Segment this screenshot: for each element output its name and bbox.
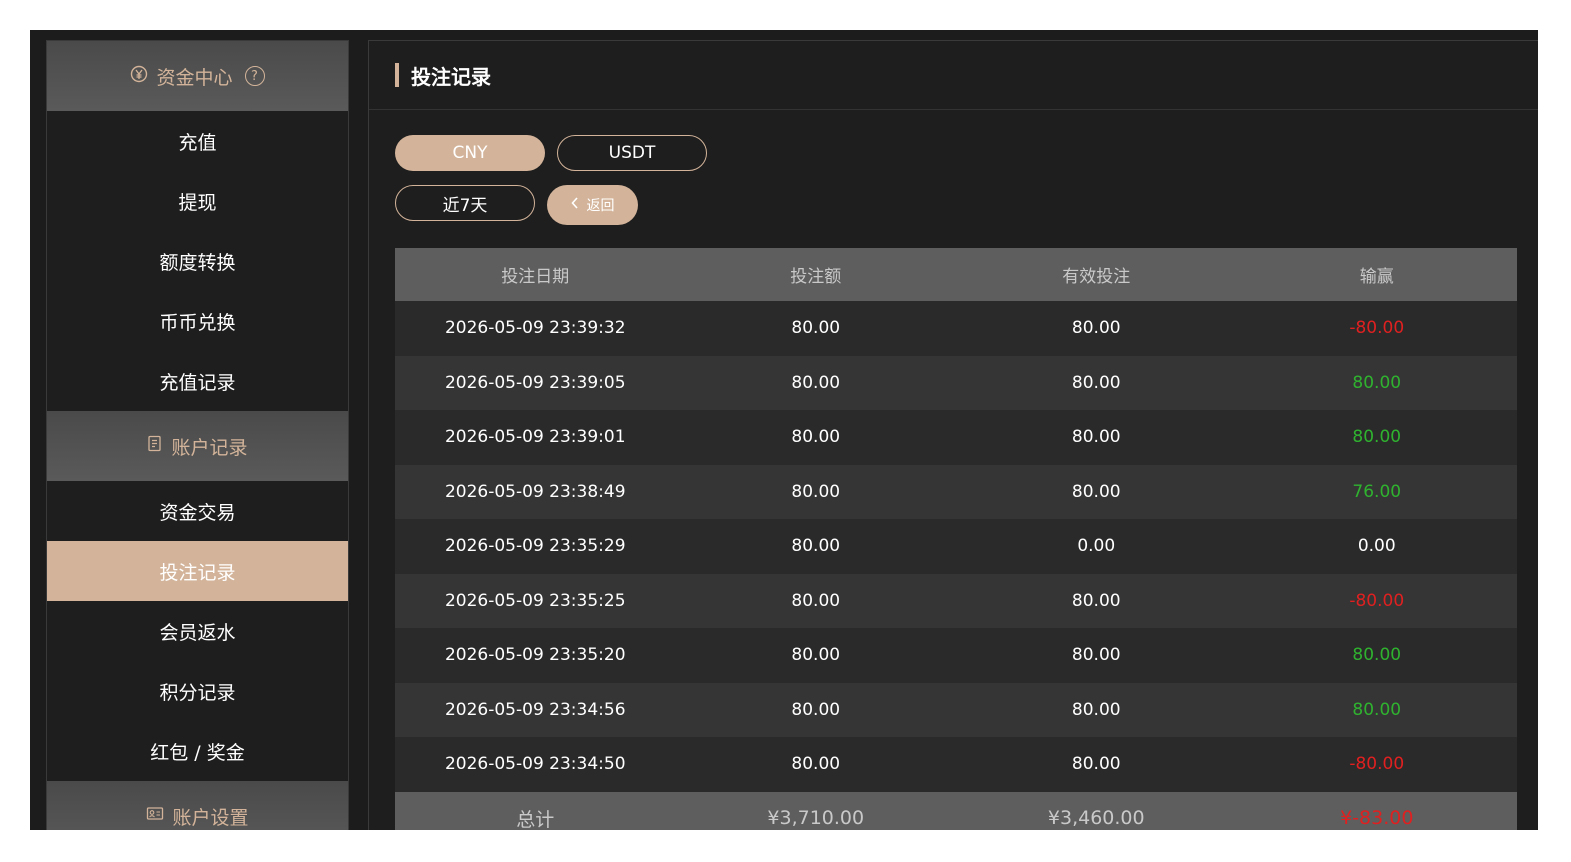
table-row: 2026-05-09 23:39:32 80.00 80.00 -80.00 [395, 301, 1517, 356]
sidebar-item-fund-transactions[interactable]: 资金交易 [47, 481, 348, 541]
col-win-loss: 输赢 [1236, 248, 1517, 301]
cell-valid: 80.00 [956, 410, 1237, 465]
sidebar: 资金中心 ? 充值 提现 额度转换 币币兑换 充值记录 账户记录 资金交易 投注… [46, 40, 349, 830]
main-panel: 投注记录 CNY USDT 近7天 返回 投注日期 投注额 有效投注 输赢 20… [368, 40, 1538, 830]
cell-valid: 80.00 [956, 573, 1237, 628]
sidebar-item-points-records[interactable]: 积分记录 [47, 661, 348, 721]
cell-date: 2026-05-09 23:35:25 [395, 573, 676, 628]
cell-bet: 80.00 [675, 737, 956, 792]
cell-valid: 0.00 [956, 519, 1237, 574]
tab-cny[interactable]: CNY [395, 135, 545, 171]
cell-date: 2026-05-09 23:35:20 [395, 628, 676, 683]
cell-bet: 80.00 [675, 519, 956, 574]
section-title-account-settings: 账户设置 [172, 806, 249, 829]
cell-win-loss: -80.00 [1236, 737, 1517, 792]
help-icon[interactable]: ? [244, 66, 265, 86]
sidebar-item-coin-exchange[interactable]: 币币兑换 [47, 291, 348, 351]
col-bet-date: 投注日期 [395, 248, 676, 301]
cell-win-loss: 80.00 [1236, 682, 1517, 737]
sidebar-item-transfer[interactable]: 额度转换 [47, 231, 348, 291]
cell-bet: 80.00 [675, 682, 956, 737]
cell-win-loss: 80.00 [1236, 410, 1517, 465]
cell-win-loss: 80.00 [1236, 628, 1517, 683]
total-valid: ¥3,460.00 [956, 791, 1237, 830]
tab-usdt[interactable]: USDT [557, 135, 707, 171]
app-frame: 资金中心 ? 充值 提现 额度转换 币币兑换 充值记录 账户记录 资金交易 投注… [30, 30, 1538, 830]
cell-valid: 80.00 [956, 355, 1237, 410]
document-icon [147, 435, 163, 458]
chevron-left-icon [570, 197, 579, 213]
cell-valid: 80.00 [956, 628, 1237, 683]
cell-date: 2026-05-09 23:39:01 [395, 410, 676, 465]
title-accent-bar [395, 63, 399, 87]
period-filter-7-days[interactable]: 近7天 [395, 185, 535, 221]
cell-bet: 80.00 [675, 301, 956, 356]
table-row: 2026-05-09 23:39:01 80.00 80.00 80.00 [395, 410, 1517, 465]
col-bet-amount: 投注额 [675, 248, 956, 301]
cell-win-loss: 76.00 [1236, 464, 1517, 519]
sidebar-item-bet-records[interactable]: 投注记录 [47, 541, 348, 601]
cell-date: 2026-05-09 23:39:05 [395, 355, 676, 410]
table-row: 2026-05-09 23:38:49 80.00 80.00 76.00 [395, 464, 1517, 519]
page-header: 投注记录 [369, 41, 1538, 110]
cell-win-loss: -80.00 [1236, 573, 1517, 628]
table-row: 2026-05-09 23:35:25 80.00 80.00 -80.00 [395, 573, 1517, 628]
cell-win-loss: 80.00 [1236, 355, 1517, 410]
cell-win-loss: -80.00 [1236, 301, 1517, 356]
total-bet: ¥3,710.00 [675, 791, 956, 830]
cell-date: 2026-05-09 23:35:29 [395, 519, 676, 574]
cell-valid: 80.00 [956, 464, 1237, 519]
user-card-icon [146, 806, 164, 827]
table-row: 2026-05-09 23:35:29 80.00 0.00 0.00 [395, 519, 1517, 574]
cell-bet: 80.00 [675, 464, 956, 519]
cell-valid: 80.00 [956, 682, 1237, 737]
page-title: 投注记录 [411, 64, 491, 89]
table-total-row: 总计 ¥3,710.00 ¥3,460.00 ¥-83.00 [395, 791, 1517, 830]
yen-circle-icon [130, 65, 148, 88]
cell-valid: 80.00 [956, 301, 1237, 356]
cell-date: 2026-05-09 23:38:49 [395, 464, 676, 519]
cell-date: 2026-05-09 23:39:32 [395, 301, 676, 356]
sidebar-item-red-packet-bonus[interactable]: 红包 / 奖金 [47, 721, 348, 781]
sidebar-item-rebate[interactable]: 会员返水 [47, 601, 348, 661]
section-title-account-records: 账户记录 [171, 436, 248, 459]
bet-records-table: 投注日期 投注额 有效投注 输赢 2026-05-09 23:39:32 80.0… [395, 248, 1517, 830]
cell-date: 2026-05-09 23:34:56 [395, 682, 676, 737]
sidebar-item-deposit[interactable]: 充值 [47, 111, 348, 171]
cell-valid: 80.00 [956, 737, 1237, 792]
cell-bet: 80.00 [675, 628, 956, 683]
cell-bet: 80.00 [675, 410, 956, 465]
cell-bet: 80.00 [675, 355, 956, 410]
back-label: 返回 [586, 198, 615, 214]
section-title-funds: 资金中心 [156, 66, 233, 89]
table-header-row: 投注日期 投注额 有效投注 输赢 [395, 248, 1517, 301]
cell-win-loss: 0.00 [1236, 519, 1517, 574]
back-button[interactable]: 返回 [547, 185, 638, 225]
sidebar-item-withdraw[interactable]: 提现 [47, 171, 348, 231]
table-row: 2026-05-09 23:39:05 80.00 80.00 80.00 [395, 355, 1517, 410]
col-valid-bet: 有效投注 [956, 248, 1237, 301]
section-header-account-settings[interactable]: 账户设置 [47, 781, 348, 830]
total-win-loss: ¥-83.00 [1236, 791, 1517, 830]
section-header-account-records[interactable]: 账户记录 [47, 411, 348, 481]
table-row: 2026-05-09 23:34:50 80.00 80.00 -80.00 [395, 737, 1517, 792]
cell-date: 2026-05-09 23:34:50 [395, 737, 676, 792]
cell-bet: 80.00 [675, 573, 956, 628]
table-row: 2026-05-09 23:34:56 80.00 80.00 80.00 [395, 682, 1517, 737]
total-label: 总计 [395, 791, 676, 830]
table-row: 2026-05-09 23:35:20 80.00 80.00 80.00 [395, 628, 1517, 683]
sidebar-item-deposit-records[interactable]: 充值记录 [47, 351, 348, 411]
section-header-funds[interactable]: 资金中心 ? [47, 41, 348, 111]
